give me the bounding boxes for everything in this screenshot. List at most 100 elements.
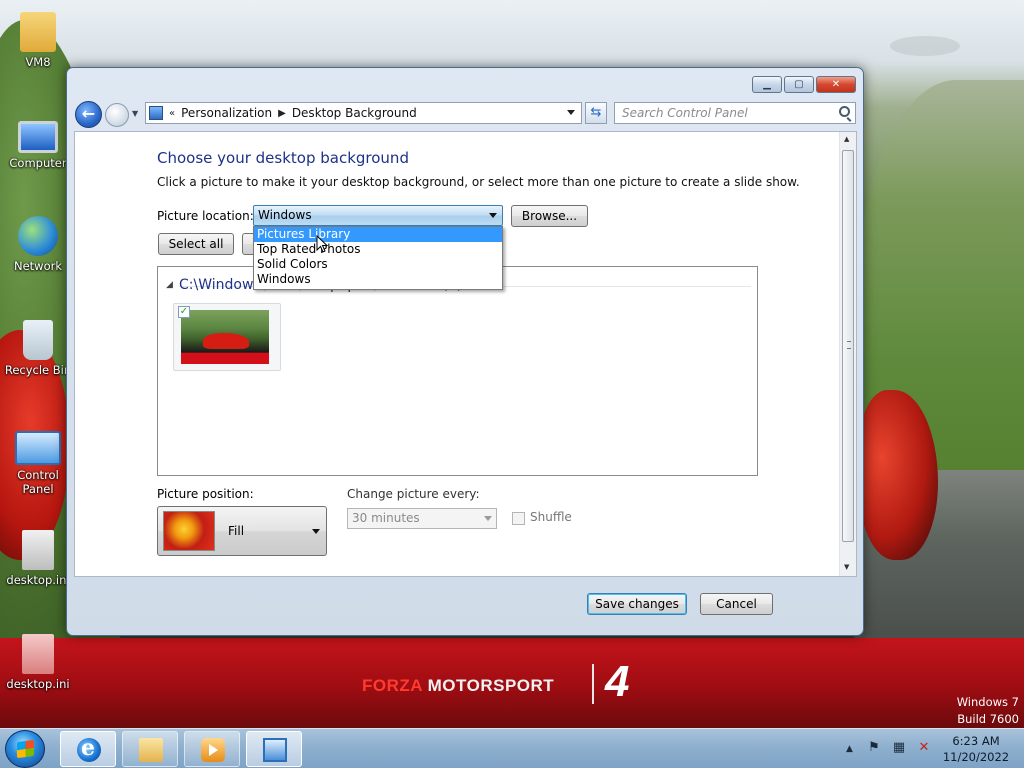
computer-icon xyxy=(18,121,58,153)
thumbnail-checkbox[interactable]: ✓ xyxy=(178,306,190,318)
chevron-down-icon[interactable] xyxy=(312,529,320,534)
scroll-up-icon[interactable]: ▲ xyxy=(844,135,849,143)
wallpaper-thumbnail[interactable]: ✓ xyxy=(173,303,281,371)
search-box[interactable] xyxy=(614,102,856,124)
picture-position-value: Fill xyxy=(228,524,245,538)
search-icon[interactable] xyxy=(839,106,850,117)
breadcrumb-desktop-background[interactable]: Desktop Background xyxy=(292,106,417,120)
clock-date: 11/20/2022 xyxy=(942,750,1010,764)
desktop-icon-computer[interactable]: Computer xyxy=(0,115,76,170)
page-title: Choose your desktop background xyxy=(157,149,409,167)
desktop-icon-desktop-ini-2[interactable]: desktop.ini xyxy=(0,634,76,691)
picture-location-dropdown: Pictures Library Top Rated Photos Solid … xyxy=(253,226,503,290)
browse-button[interactable]: Browse... xyxy=(511,205,588,227)
desktop-icon-network[interactable]: Network xyxy=(0,216,76,273)
os-name: Windows 7 xyxy=(956,695,1019,709)
vertical-scrollbar[interactable]: ▲ ▼ xyxy=(839,132,856,576)
dropdown-option-solid-colors[interactable]: Solid Colors xyxy=(254,257,502,272)
control-panel-icon xyxy=(149,106,163,120)
clock-time: 6:23 AM xyxy=(952,734,1000,748)
change-picture-label: Change picture every: xyxy=(347,487,480,501)
scrollbar-thumb[interactable] xyxy=(842,150,854,542)
windows-version-watermark: Windows 7 Build 7600 xyxy=(957,694,1019,728)
desktop-icon-desktop-ini-1[interactable]: desktop.ini xyxy=(0,530,76,587)
desktop-icon-label: Computer xyxy=(9,156,67,170)
forza-word: FORZA xyxy=(362,676,423,695)
os-build: Build 7600 xyxy=(957,712,1019,726)
breadcrumb-personalization[interactable]: Personalization xyxy=(181,106,272,120)
wallpaper-divider xyxy=(592,664,594,704)
select-all-button[interactable]: Select all xyxy=(158,233,234,255)
desktop-icon-label: Recycle Bin xyxy=(4,363,72,377)
start-button[interactable] xyxy=(5,730,45,768)
system-clock[interactable]: 6:23 AM 11/20/2022 xyxy=(938,733,1014,765)
taskbar-media-player[interactable] xyxy=(184,731,240,767)
minimize-button[interactable]: ▁ xyxy=(752,76,782,93)
dropdown-option-pictures-library[interactable]: Pictures Library xyxy=(254,227,502,242)
picture-position-label: Picture position: xyxy=(157,487,254,501)
picture-location-label: Picture location: xyxy=(157,209,254,223)
wallpaper-forza-logo: 4 xyxy=(605,657,630,706)
control-panel-icon xyxy=(263,738,287,762)
media-player-icon xyxy=(201,738,225,762)
address-dropdown-icon[interactable] xyxy=(567,110,575,115)
show-hidden-icons-button[interactable]: ▲ xyxy=(846,744,853,754)
refresh-icon: ⇆ xyxy=(590,105,602,120)
dropdown-option-top-rated-photos[interactable]: Top Rated Photos xyxy=(254,242,502,257)
chevron-down-icon xyxy=(484,516,492,521)
cancel-button[interactable]: Cancel xyxy=(700,593,773,615)
settings-file-icon xyxy=(22,530,54,570)
control-panel-icon xyxy=(15,431,61,465)
change-picture-select[interactable]: 30 minutes xyxy=(347,508,497,529)
refresh-button[interactable]: ⇆ xyxy=(585,102,607,124)
scroll-down-icon[interactable]: ▼ xyxy=(844,563,849,571)
desktop-icon-label: Control Panel xyxy=(17,468,59,496)
folder-user-icon xyxy=(20,12,56,52)
network-icon xyxy=(18,216,58,256)
control-panel-window: ▁ ▢ ✕ ← ▼ « Personalization ▶ Desktop Ba… xyxy=(66,67,864,636)
chevron-right-icon[interactable]: ▶ xyxy=(278,108,286,119)
shuffle-checkbox[interactable] xyxy=(512,512,525,525)
maximize-button[interactable]: ▢ xyxy=(784,76,814,93)
address-bar[interactable]: « Personalization ▶ Desktop Background xyxy=(145,102,582,124)
thumbnail-car xyxy=(203,333,249,349)
change-picture-value: 30 minutes xyxy=(352,511,420,525)
chevron-left-icon[interactable]: « xyxy=(169,108,175,119)
desktop-icon-control-panel[interactable]: Control Panel xyxy=(0,425,76,496)
position-preview-image xyxy=(163,511,215,551)
windows-logo-icon xyxy=(17,739,34,759)
shuffle-label: Shuffle xyxy=(530,510,572,524)
dropdown-option-windows[interactable]: Windows xyxy=(254,272,502,287)
recycle-bin-icon xyxy=(23,320,53,360)
picture-position-combo[interactable]: Fill xyxy=(157,506,327,556)
save-changes-button[interactable]: Save changes xyxy=(587,593,687,615)
back-arrow-icon: ← xyxy=(81,104,96,123)
picture-location-combo[interactable]: Windows xyxy=(253,205,503,226)
taskbar-internet-explorer[interactable] xyxy=(60,731,116,767)
thumbnail-image xyxy=(181,310,269,364)
windows-explorer-icon xyxy=(139,738,163,762)
picture-gallery: ◢ C:\Windows\Web\Wallpaper\Windows (1) ✓ xyxy=(157,266,758,476)
wallpaper-forza-text: FORZA MOTORSPORT xyxy=(362,676,554,696)
close-button[interactable]: ✕ xyxy=(816,76,856,93)
desktop-icon-recycle-bin[interactable]: Recycle Bin xyxy=(0,320,76,377)
search-input[interactable] xyxy=(615,103,825,123)
wallpaper-cloud xyxy=(890,36,960,56)
taskbar-control-panel[interactable] xyxy=(246,731,302,767)
internet-explorer-icon xyxy=(77,735,101,762)
desktop-icon-label: desktop.ini xyxy=(6,573,70,587)
volume-muted-icon[interactable]: ✕ xyxy=(916,740,932,756)
chevron-down-icon[interactable] xyxy=(489,213,497,218)
recent-pages-dropdown[interactable]: ▼ xyxy=(132,109,138,118)
picture-location-value: Windows xyxy=(258,208,312,222)
forward-button[interactable] xyxy=(105,103,129,127)
network-tray-icon[interactable]: ▦ xyxy=(891,740,907,756)
desktop-icon-vm8[interactable]: VM8 xyxy=(0,12,76,69)
back-button[interactable]: ← xyxy=(75,101,102,128)
action-center-flag-icon[interactable]: ⚑ xyxy=(866,740,882,756)
collapse-group-icon[interactable]: ◢ xyxy=(166,280,173,290)
taskbar-windows-explorer[interactable] xyxy=(122,731,178,767)
motorsport-word: MOTORSPORT xyxy=(422,676,555,695)
content-pane: Choose your desktop background Click a p… xyxy=(74,131,857,577)
desktop-icon-label: VM8 xyxy=(25,55,51,69)
